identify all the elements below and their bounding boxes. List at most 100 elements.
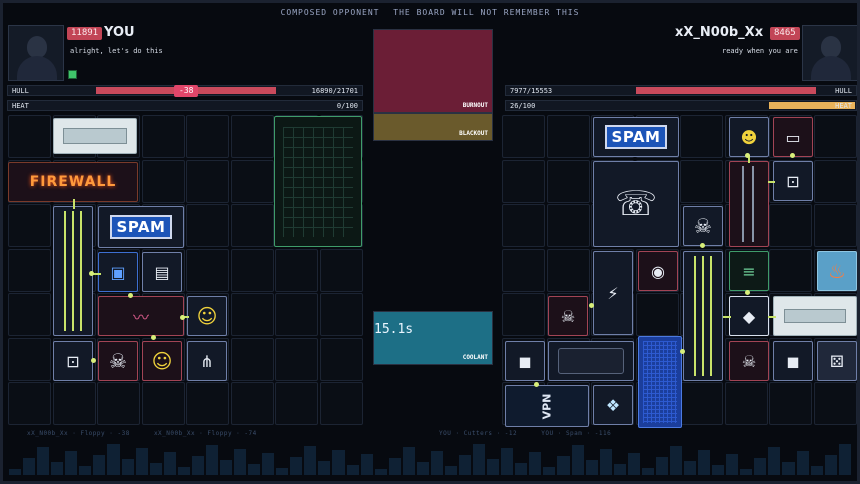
banner-right: THE BOARD WILL NOT REMEMBER THIS	[393, 8, 580, 17]
board-slot[interactable]	[275, 293, 318, 336]
server-rack-icon[interactable]: ▤	[142, 252, 182, 292]
visualizer-bar	[698, 450, 711, 475]
visualizer-bar	[163, 452, 176, 475]
spam-sign[interactable]: SPAM	[98, 206, 184, 248]
board-slot[interactable]	[680, 382, 723, 425]
board-slot[interactable]	[813, 115, 857, 158]
board-slot[interactable]	[319, 337, 363, 381]
board-slot[interactable]	[8, 248, 51, 292]
board-slot[interactable]	[52, 382, 96, 425]
code-screen-icon[interactable]: ≡	[729, 251, 769, 291]
battery-icon[interactable]	[53, 118, 137, 154]
phone-book-icon[interactable]: ☏	[593, 161, 679, 247]
cable-rail-icon[interactable]	[53, 206, 93, 336]
board-slot[interactable]	[769, 204, 812, 247]
cube-icon[interactable]: ◆	[729, 296, 769, 336]
fiber-cable-icon[interactable]	[729, 161, 769, 247]
visualizer-bar	[430, 451, 443, 475]
opponent-spam-sign[interactable]: SPAM	[593, 117, 679, 157]
visualizer-bar	[571, 445, 584, 475]
skull-icon-opp[interactable]: ☠	[683, 206, 723, 246]
board-slot[interactable]	[230, 248, 274, 292]
smiley-mug-icon-2[interactable]: ☺	[142, 341, 182, 381]
board-slot[interactable]	[141, 382, 185, 425]
board-slot[interactable]	[769, 382, 812, 425]
board-slot[interactable]	[502, 204, 545, 247]
skull-box-icon[interactable]: ☠	[548, 296, 588, 336]
floppy-disk-icon[interactable]: ◉	[638, 251, 678, 291]
board-slot[interactable]	[546, 248, 590, 292]
battery-icon-opp[interactable]	[773, 296, 857, 336]
fire-icon[interactable]: ♨	[817, 251, 857, 291]
board-slot[interactable]	[502, 248, 545, 292]
top-banner: COMPOSED OPPONENT THE BOARD WILL NOT REM…	[3, 8, 857, 20]
board-slot[interactable]	[769, 248, 812, 292]
smiley-mug-icon[interactable]: ☺	[187, 296, 227, 336]
board-slot[interactable]	[186, 115, 229, 158]
board-slot[interactable]	[8, 337, 51, 381]
skull-box-icon-2[interactable]: ☠	[729, 341, 769, 381]
board-slot[interactable]	[813, 204, 857, 247]
board-slot[interactable]	[230, 115, 274, 158]
blue-grid-icon[interactable]	[638, 336, 682, 428]
player-status-button[interactable]	[68, 70, 77, 79]
board-slot[interactable]	[275, 337, 318, 381]
claw-tool-icon[interactable]: ⋔	[187, 341, 227, 381]
opponent-spam-label: SPAM	[604, 125, 668, 149]
visualizer-bar	[444, 466, 457, 475]
board-slot[interactable]	[230, 204, 274, 247]
board-slot[interactable]	[97, 382, 140, 425]
circuit-chip-icon[interactable]: ▣	[98, 252, 138, 292]
board-slot[interactable]	[635, 293, 679, 336]
board-slot[interactable]	[186, 159, 229, 203]
cable-icon[interactable]: 〰	[98, 296, 184, 336]
firewall-sign[interactable]: FIREWALL	[8, 162, 138, 202]
ice-cube-icon[interactable]: ❖	[593, 385, 633, 425]
board-slot[interactable]	[8, 293, 51, 336]
board-slot[interactable]	[546, 204, 590, 247]
board-slot[interactable]	[813, 159, 857, 203]
board-slot[interactable]	[275, 248, 318, 292]
plug-icon[interactable]: ⚡	[593, 251, 633, 335]
power-socket-icon-opp[interactable]: ⊡	[773, 161, 813, 201]
board-slot[interactable]	[230, 293, 274, 336]
board-slot[interactable]	[680, 159, 723, 203]
board-slot[interactable]	[8, 204, 51, 247]
board-slot[interactable]	[8, 115, 51, 158]
black-cube-icon[interactable]: ◼	[505, 341, 545, 381]
board-slot[interactable]	[230, 337, 274, 381]
cube-icon-2[interactable]: ◼	[773, 341, 813, 381]
board-slot[interactable]	[502, 115, 545, 158]
board-slot[interactable]	[186, 204, 229, 247]
board-slot[interactable]	[141, 115, 185, 158]
board-slot[interactable]	[319, 293, 363, 336]
tablet-icon[interactable]	[548, 341, 634, 381]
visualizer-bar	[557, 456, 570, 475]
board-slot[interactable]	[141, 159, 185, 203]
board-slot[interactable]	[813, 382, 857, 425]
board-slot[interactable]	[319, 248, 363, 292]
board-slot[interactable]	[546, 115, 590, 158]
grid-panel-icon[interactable]	[274, 116, 362, 247]
visualizer-bar	[585, 460, 598, 475]
board-slot[interactable]	[230, 159, 274, 203]
board-slot[interactable]	[8, 382, 51, 425]
cable-rail-icon-opp[interactable]	[683, 251, 723, 381]
board-slot[interactable]	[680, 115, 723, 158]
board-slot[interactable]	[724, 382, 768, 425]
memory-chip-icon[interactable]: ▭	[773, 117, 813, 157]
dice-icon[interactable]: ⚄	[817, 341, 857, 381]
board-slot[interactable]	[275, 382, 318, 425]
board-slot[interactable]	[502, 159, 545, 203]
board-slot[interactable]	[502, 293, 545, 336]
board-slot[interactable]	[186, 248, 229, 292]
board-slot[interactable]	[319, 382, 363, 425]
visualizer-bar	[459, 455, 472, 475]
board-slot[interactable]	[546, 159, 590, 203]
power-socket-icon[interactable]: ⊡	[53, 341, 93, 381]
board-slot[interactable]	[186, 382, 229, 425]
board-slot[interactable]	[230, 382, 274, 425]
skull-icon[interactable]: ☠	[98, 341, 138, 381]
vpn-box-icon[interactable]: VPN	[505, 385, 589, 427]
smiley-cube-icon[interactable]: ☻	[729, 117, 769, 157]
